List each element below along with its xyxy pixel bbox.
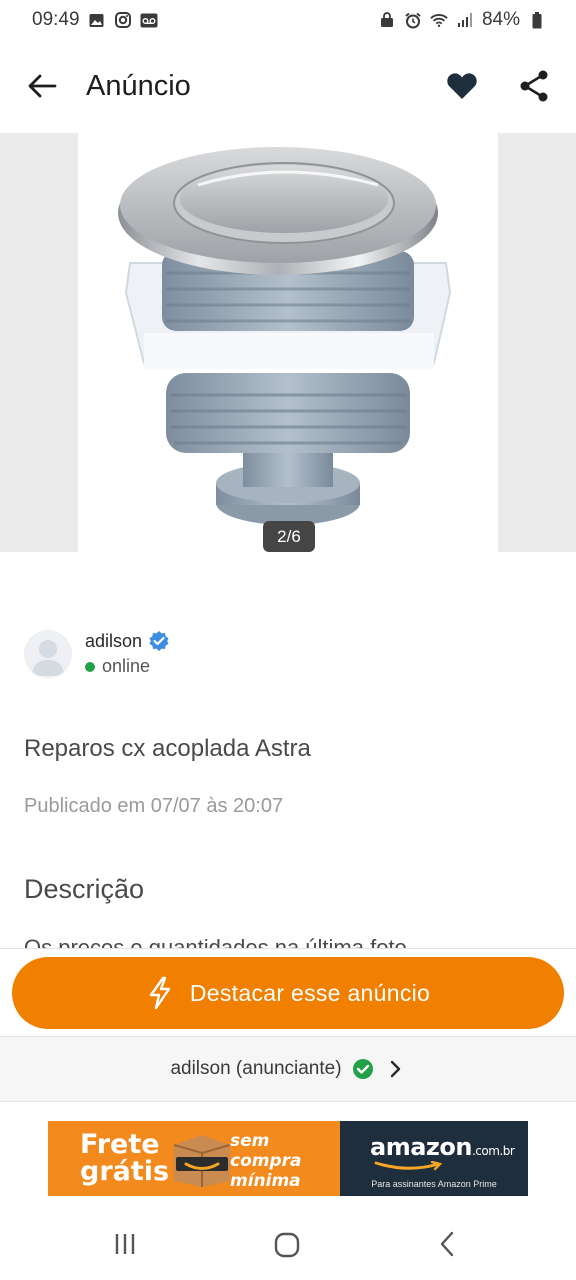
user-avatar-icon [32, 640, 64, 676]
signal-icon [456, 12, 474, 28]
alarm-icon [404, 12, 422, 28]
highlight-ad-button[interactable]: Destacar esse anúncio [12, 957, 564, 1029]
promo-line-3: mínima [230, 1171, 301, 1191]
next-image-peek[interactable] [498, 133, 576, 552]
nav-back-button[interactable] [434, 1230, 462, 1258]
back-icon [440, 1231, 454, 1257]
image-gallery[interactable] [0, 133, 576, 552]
package-box-icon [173, 1135, 231, 1187]
verified-badge-icon [149, 631, 169, 651]
share-button[interactable] [514, 66, 554, 106]
amazon-smile-icon [374, 1161, 443, 1171]
image-counter: 2/6 [263, 521, 315, 552]
page-title: Anúncio [86, 70, 191, 102]
seller-name: adilson [85, 630, 143, 651]
arrow-left-icon [28, 74, 57, 98]
brand-subtitle: Para assinantes Amazon Prime [371, 1179, 497, 1189]
advertiser-link[interactable]: adilson (anunciante) [0, 1036, 576, 1102]
online-indicator [85, 661, 95, 672]
description-heading: Descrição [24, 874, 145, 904]
brand-name: amazon [370, 1133, 472, 1161]
heart-icon [447, 73, 477, 99]
voicemail-icon [140, 12, 158, 28]
instagram-icon [114, 12, 132, 28]
publish-date: Publicado em 07/07 às 20:07 [24, 795, 284, 817]
lock-icon [378, 12, 396, 28]
banner-brand: amazon.com.br Para assinantes Amazon Pri… [340, 1121, 528, 1196]
chevron-right-icon [390, 1060, 400, 1078]
battery-level: 84% [481, 9, 520, 30]
seller-status: online [85, 656, 150, 677]
frete-line-1: Frete [80, 1129, 160, 1160]
brand-suffix: .com.br [471, 1144, 515, 1158]
back-button[interactable] [22, 66, 62, 106]
toilet-push-button-image [118, 147, 452, 525]
share-icon [520, 70, 548, 102]
status-bar: 09:49 84% [0, 0, 576, 40]
wifi-icon [430, 12, 448, 28]
highlight-ad-label: Destacar esse anúncio [189, 979, 431, 1006]
seller-info[interactable]: adilson online [24, 630, 544, 682]
home-button[interactable] [272, 1230, 302, 1260]
system-nav-bar [0, 1210, 576, 1280]
favorite-button[interactable] [442, 66, 482, 106]
amazon-logo: amazon.com.br [370, 1133, 515, 1161]
gallery-icon [88, 12, 106, 28]
recent-apps-button[interactable] [112, 1230, 140, 1258]
banner-promo: Frete grátis sem compra mínima [48, 1121, 340, 1196]
status-left: 09:49 [32, 9, 158, 31]
app-bar: Anúncio [0, 40, 576, 130]
banner-promo-text: sem compra mínima [230, 1131, 302, 1191]
verified-check-icon [352, 1059, 373, 1079]
description-text: Os preços e quantidades na última foto [24, 936, 544, 948]
status-right: 84% [378, 9, 546, 31]
battery-icon [528, 11, 546, 28]
online-label: online [102, 656, 151, 676]
product-image[interactable] [78, 133, 498, 552]
advertiser-label: adilson (anunciante) [170, 1058, 342, 1079]
action-panel: Destacar esse anúncio [0, 948, 576, 1036]
home-icon [274, 1232, 300, 1258]
lightning-icon [149, 976, 171, 1010]
recent-apps-icon [115, 1234, 135, 1254]
previous-image-peek[interactable] [0, 133, 78, 552]
status-time: 09:49 [32, 9, 80, 30]
promo-line-1: sem [230, 1131, 270, 1151]
promo-line-2: compra [230, 1151, 302, 1171]
amazon-ad-banner[interactable]: Frete grátis sem compra mínima amazon.co… [48, 1121, 528, 1196]
banner-frete-text: Frete grátis [80, 1131, 169, 1185]
avatar[interactable] [24, 630, 72, 678]
frete-line-2: grátis [80, 1156, 170, 1187]
seller-name-row: adilson [85, 630, 170, 652]
ad-title: Reparos cx acoplada Astra [24, 735, 311, 762]
